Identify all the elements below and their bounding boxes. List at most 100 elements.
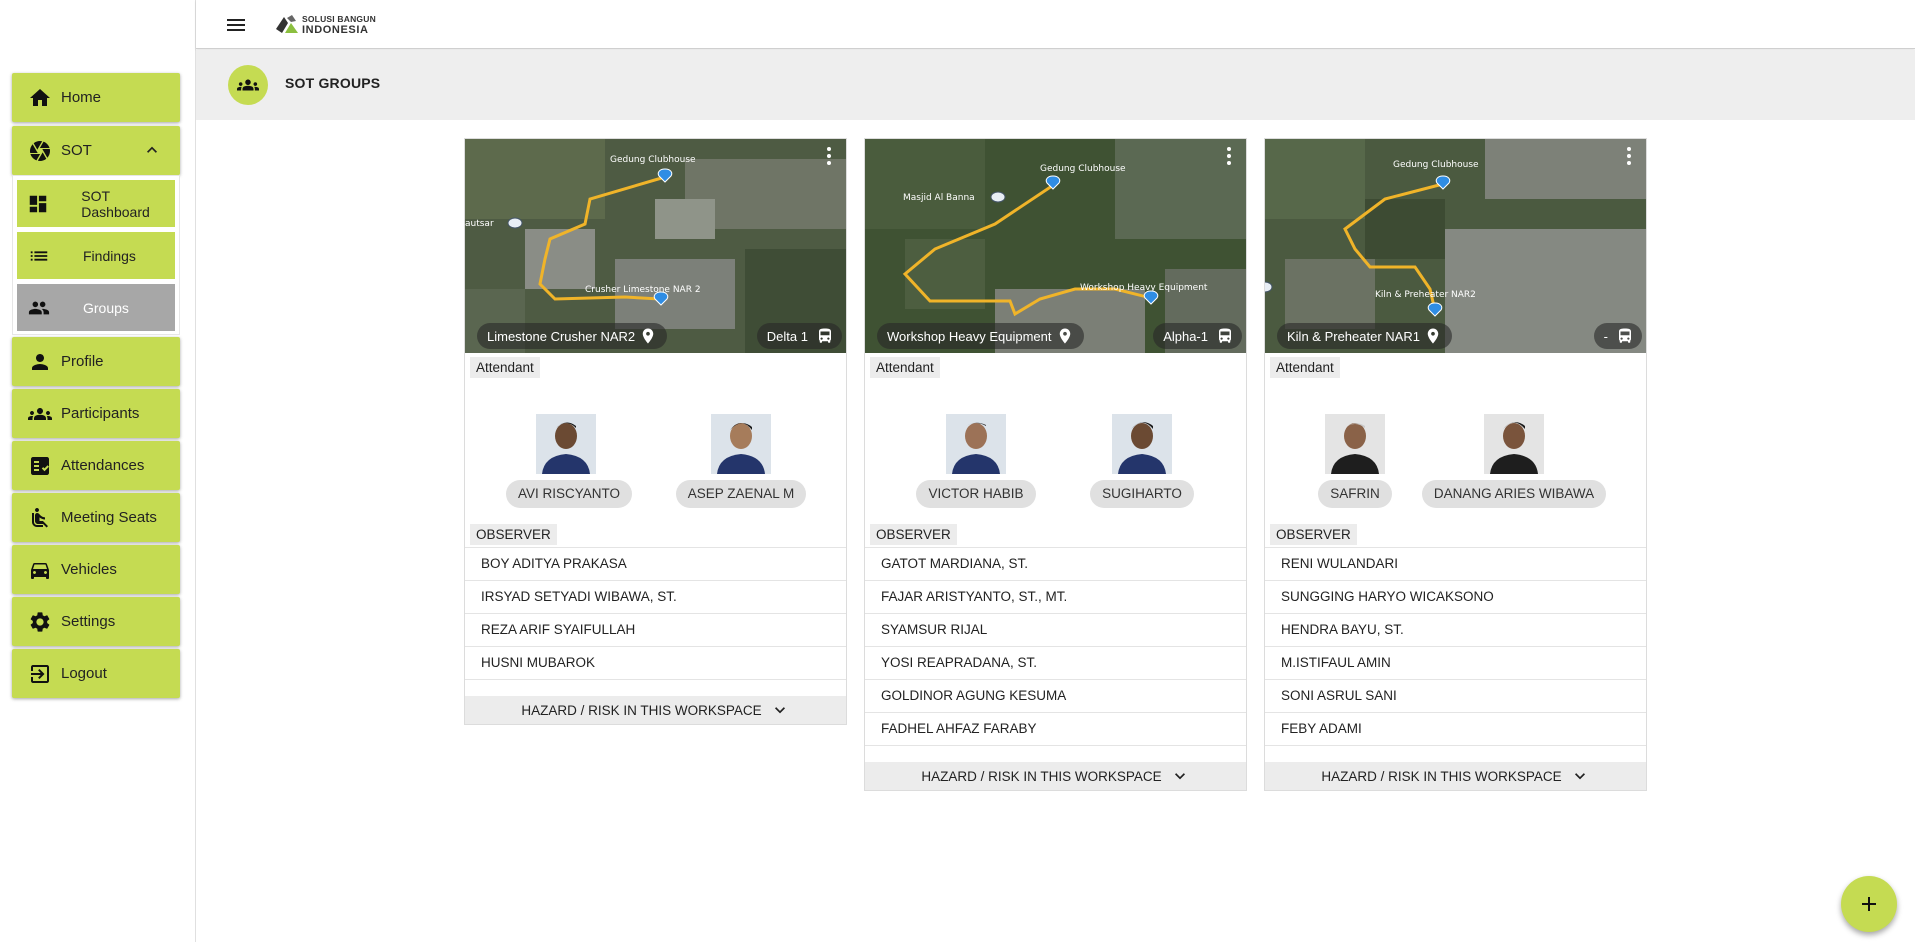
location-chip[interactable]: Limestone Crusher NAR2 (477, 323, 668, 349)
page-header: SOT GROUPS (196, 50, 1915, 120)
nav-participants[interactable]: Participants (12, 389, 180, 438)
attendant-label: Attendant (470, 357, 540, 378)
attendant-name-chip[interactable]: AVI RISCYANTO (506, 480, 633, 508)
add-group-button[interactable] (1841, 876, 1897, 932)
nav-meeting-seats-label: Meeting Seats (61, 509, 157, 526)
location-name: Limestone Crusher NAR2 (487, 328, 636, 344)
hazard-label: HAZARD / RISK IN THIS WORKSPACE (521, 702, 762, 718)
menu-icon[interactable] (224, 13, 248, 37)
nav-profile[interactable]: Profile (12, 337, 180, 386)
bus-icon (1619, 328, 1631, 343)
hazard-expand-button[interactable]: HAZARD / RISK IN THIS WORKSPACE (465, 696, 846, 724)
nav-sot-dashboard[interactable]: SOT Dashboard (17, 180, 175, 227)
observer-item: RENI WULANDARI (1265, 548, 1646, 581)
satellite-map-image: Gedung Clubhouse Crusher Limestone NAR 2… (465, 139, 846, 353)
nav-participants-label: Participants (61, 405, 140, 422)
chevron-up-icon (142, 140, 162, 160)
groups-icon (27, 401, 53, 427)
logout-icon (27, 661, 53, 687)
nav-sot[interactable]: SOT (12, 126, 180, 175)
map-label: Gedung Clubhouse (610, 155, 696, 165)
nav-logout[interactable]: Logout (12, 649, 180, 698)
aperture-icon (27, 138, 53, 164)
attendant-photo (711, 414, 771, 474)
location-name: Workshop Heavy Equipment (887, 328, 1052, 344)
nav-sot-label: SOT (61, 142, 92, 159)
observer-list: BOY ADITYA PRAKASA IRSYAD SETYADI WIBAWA… (465, 547, 846, 680)
group-card: Gedung Clubhouse Kiln & Preheater NAR2 K… (1264, 138, 1647, 791)
people-icon (27, 296, 51, 320)
attendant-label: Attendant (870, 357, 940, 378)
observer-label: OBSERVER (1270, 524, 1357, 545)
nav-meeting-seats[interactable]: Meeting Seats (12, 493, 180, 542)
dashboard-icon (27, 192, 49, 216)
attendant-name-chip[interactable]: DANANG ARIES WIBAWA (1421, 480, 1607, 508)
location-pin-icon (1427, 328, 1439, 344)
bus-icon (819, 328, 831, 343)
observer-item: M.ISTIFAUL AMIN (1265, 647, 1646, 680)
route-map[interactable]: Gedung Clubhouse Crusher Limestone NAR 2… (465, 139, 846, 353)
attendant-photo (1484, 414, 1544, 474)
nav-groups-label: Groups (83, 299, 129, 316)
plus-icon (1862, 897, 1876, 911)
sot-submenu: SOT Dashboard Findings Groups (12, 175, 180, 335)
group-card: Gedung Clubhouse Masjid Al Banna Worksho… (864, 138, 1247, 791)
more-vert-icon[interactable] (1226, 145, 1232, 167)
satellite-map-image: Gedung Clubhouse Masjid Al Banna Worksho… (865, 139, 1246, 353)
attendant: ASEP ZAENAL M (671, 414, 811, 508)
map-label: Masjid Al Banna (903, 193, 975, 203)
more-vert-icon[interactable] (1626, 145, 1632, 167)
attendant-photo (1325, 414, 1385, 474)
vehicle-chip[interactable]: - (1593, 323, 1642, 349)
hazard-expand-button[interactable]: HAZARD / RISK IN THIS WORKSPACE (865, 762, 1246, 790)
logo-line1: SOLUSI BANGUN (302, 14, 376, 24)
hazard-expand-button[interactable]: HAZARD / RISK IN THIS WORKSPACE (1265, 762, 1646, 790)
observer-item: REZA ARIF SYAIFULLAH (465, 614, 846, 647)
nav-settings[interactable]: Settings (12, 597, 180, 646)
bus-icon (1219, 328, 1231, 343)
attendant-name-chip[interactable]: SUGIHARTO (1090, 480, 1194, 508)
hazard-label: HAZARD / RISK IN THIS WORKSPACE (1321, 768, 1562, 784)
hazard-label: HAZARD / RISK IN THIS WORKSPACE (921, 768, 1162, 784)
route-map[interactable]: Gedung Clubhouse Masjid Al Banna Worksho… (865, 139, 1246, 353)
vehicle-chip[interactable]: Alpha-1 (1153, 323, 1242, 349)
sidebar: Home SOT SOT Dashboard Findings Groups P… (0, 0, 196, 942)
observer-item: SONI ASRUL SANI (1265, 680, 1646, 713)
attendant: SUGIHARTO (1082, 414, 1202, 508)
attendant-photo (946, 414, 1006, 474)
attendant-name-chip[interactable]: VICTOR HABIB (916, 480, 1036, 508)
nav-settings-label: Settings (61, 613, 116, 630)
observer-item: HENDRA BAYU, ST. (1265, 614, 1646, 647)
home-icon (27, 85, 53, 111)
attendant-list: VICTOR HABIB SUGIHARTO (865, 378, 1246, 524)
attendant-photo (1112, 414, 1172, 474)
map-label: Kiln & Preheater NAR2 (1375, 290, 1476, 300)
more-vert-icon[interactable] (826, 145, 832, 167)
map-label: autsar (465, 219, 494, 229)
group-card: Gedung Clubhouse Crusher Limestone NAR 2… (464, 138, 847, 725)
observer-item: HUSNI MUBAROK (465, 647, 846, 680)
chevron-down-icon (1174, 773, 1185, 780)
attendant-name-chip[interactable]: ASEP ZAENAL M (675, 480, 807, 508)
attendant-list: SAFRIN DANANG ARIES WIBAWA (1265, 378, 1646, 524)
route-map[interactable]: Gedung Clubhouse Kiln & Preheater NAR2 K… (1265, 139, 1646, 353)
nav-attendances[interactable]: Attendances (12, 441, 180, 490)
observer-item: YOSI REAPRADANA, ST. (865, 647, 1246, 680)
nav-findings[interactable]: Findings (17, 232, 175, 279)
observer-item: SUNGGING HARYO WICAKSONO (1265, 581, 1646, 614)
observer-label: OBSERVER (870, 524, 957, 545)
observer-item: BOY ADITYA PRAKASA (465, 548, 846, 581)
vehicle-chip[interactable]: Delta 1 (756, 323, 842, 349)
attendant-name-chip[interactable]: SAFRIN (1318, 480, 1392, 508)
observer-item: GOLDINOR AGUNG KESUMA (865, 680, 1246, 713)
attendant: AVI RISCYANTO (506, 414, 633, 508)
nav-groups[interactable]: Groups (17, 284, 175, 331)
nav-home[interactable]: Home (12, 73, 180, 122)
location-chip[interactable]: Kiln & Preheater NAR1 (1277, 323, 1452, 349)
nav-vehicles[interactable]: Vehicles (12, 545, 180, 594)
observer-item: SYAMSUR RIJAL (865, 614, 1246, 647)
satellite-map-image: Gedung Clubhouse Kiln & Preheater NAR2 (1265, 139, 1646, 353)
vehicle-name: Delta 1 (766, 328, 808, 344)
page-title: SOT GROUPS (285, 75, 381, 91)
location-chip[interactable]: Workshop Heavy Equipment (877, 323, 1084, 349)
